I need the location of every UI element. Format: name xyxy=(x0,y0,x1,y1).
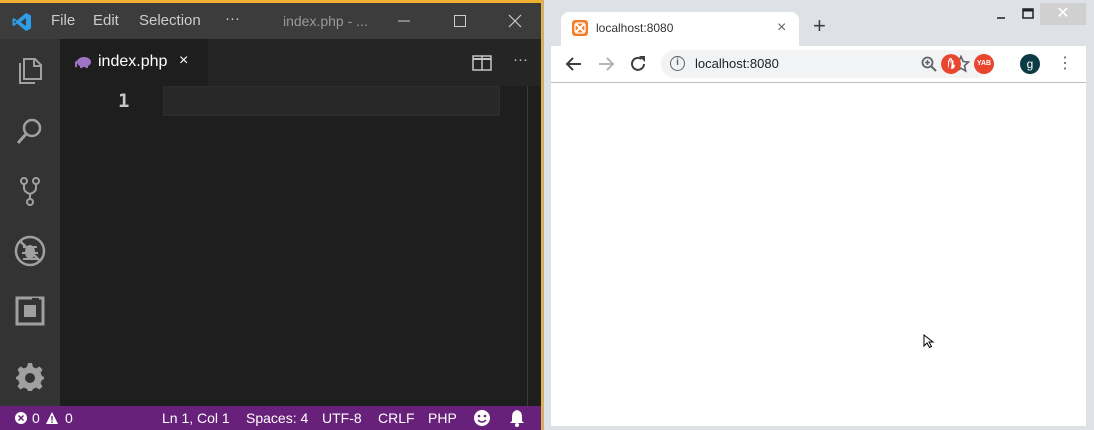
desktop: File Edit Selection ··· index.php - ... xyxy=(0,0,1094,430)
encoding[interactable]: UTF-8 xyxy=(322,410,362,426)
chrome-window: localhost:8080 × + ✕ i localhost:8080 YA… xyxy=(543,0,1094,430)
menu-edit[interactable]: Edit xyxy=(93,12,119,29)
feedback-smiley-icon[interactable] xyxy=(473,409,491,427)
chrome-minimize-icon[interactable] xyxy=(996,10,1006,20)
browser-tab[interactable]: localhost:8080 × xyxy=(561,12,799,46)
forward-arrow-icon[interactable] xyxy=(595,53,617,75)
maximize-button[interactable] xyxy=(437,3,483,39)
window-title: index.php - ... xyxy=(283,13,368,29)
address-url[interactable]: localhost:8080 xyxy=(695,56,779,71)
status-bar: 0 0 Ln 1, Col 1 Spaces: 4 UTF-8 CRLF PHP xyxy=(0,406,541,430)
indentation[interactable]: Spaces: 4 xyxy=(246,410,308,426)
split-editor-icon[interactable] xyxy=(472,55,492,71)
vscode-window: File Edit Selection ··· index.php - ... xyxy=(0,3,541,430)
warning-icon[interactable] xyxy=(45,411,59,425)
chrome-menu-icon[interactable]: ⋮ xyxy=(1057,53,1073,75)
vscode-titlebar: File Edit Selection ··· index.php - ... xyxy=(0,3,541,39)
editor-tabs: index.php × ··· xyxy=(60,39,541,86)
site-info-icon[interactable]: i xyxy=(670,56,685,71)
adblock-extension-icon[interactable] xyxy=(941,54,961,74)
cursor-position[interactable]: Ln 1, Col 1 xyxy=(162,410,230,426)
chrome-close-button[interactable]: ✕ xyxy=(1040,3,1086,25)
chrome-restore-icon[interactable] xyxy=(1022,8,1034,20)
browser-tab-title: localhost:8080 xyxy=(596,21,674,35)
tab-close-icon[interactable]: × xyxy=(179,52,188,70)
back-arrow-icon[interactable] xyxy=(563,53,585,75)
vscode-logo-icon xyxy=(12,13,31,31)
php-elephant-icon xyxy=(75,57,91,68)
tab-label: index.php xyxy=(98,53,168,70)
close-icon xyxy=(508,14,522,28)
explorer-icon[interactable] xyxy=(14,54,46,86)
reload-icon[interactable] xyxy=(627,53,649,75)
current-line-highlight xyxy=(163,86,500,116)
editor-scrollbar[interactable] xyxy=(527,86,541,406)
editor-more-actions[interactable]: ··· xyxy=(513,51,528,68)
error-count[interactable]: 0 xyxy=(32,410,40,426)
source-control-icon[interactable] xyxy=(14,175,46,207)
line-ending[interactable]: CRLF xyxy=(378,410,415,426)
menu-more[interactable]: ··· xyxy=(225,10,240,27)
close-button[interactable] xyxy=(492,3,538,39)
new-tab-button[interactable]: + xyxy=(813,15,826,37)
maximize-icon xyxy=(454,15,466,27)
tab-index-php[interactable]: index.php × xyxy=(60,39,208,86)
warning-count[interactable]: 0 xyxy=(65,410,73,426)
debug-icon[interactable] xyxy=(14,235,46,267)
menu-selection[interactable]: Selection xyxy=(139,12,201,29)
profile-avatar[interactable]: g xyxy=(1020,54,1040,74)
browser-tab-close-icon[interactable]: × xyxy=(777,19,786,37)
page-content[interactable] xyxy=(551,82,1086,426)
line-number: 1 xyxy=(118,90,130,112)
mouse-cursor-icon xyxy=(923,334,935,348)
chrome-close-icon: ✕ xyxy=(1056,5,1070,22)
language-mode[interactable]: PHP xyxy=(428,410,457,426)
notification-bell-icon[interactable] xyxy=(509,409,525,427)
minimize-button[interactable] xyxy=(381,3,427,39)
activity-bar xyxy=(0,39,60,406)
xampp-favicon-icon xyxy=(572,20,588,36)
settings-gear-icon[interactable] xyxy=(14,361,46,393)
editor-area[interactable]: 1 xyxy=(60,86,541,406)
zoom-icon[interactable] xyxy=(920,55,938,73)
browser-toolbar: i localhost:8080 YAB g ⋮ xyxy=(551,46,1086,82)
error-icon[interactable] xyxy=(14,411,28,425)
extensions-icon[interactable] xyxy=(14,295,46,327)
minimize-icon xyxy=(398,20,410,22)
yab-extension-icon[interactable]: YAB xyxy=(974,54,994,74)
menu-file[interactable]: File xyxy=(51,12,75,29)
search-icon[interactable] xyxy=(14,115,46,147)
